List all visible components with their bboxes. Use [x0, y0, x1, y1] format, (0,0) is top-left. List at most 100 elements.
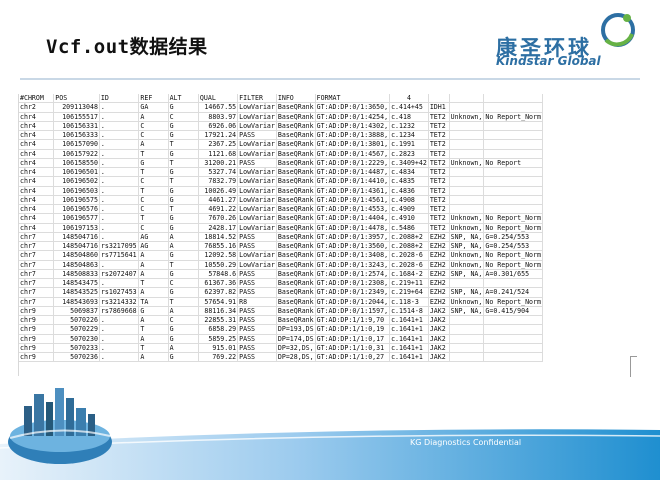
table-cell[interactable]: JAK2 [428, 306, 450, 317]
table-cell[interactable]: T [168, 260, 199, 270]
table-cell[interactable]: GT:AD:DP:0/1:4567, [315, 149, 391, 159]
table-cell[interactable]: . [99, 176, 140, 187]
table-cell[interactable]: rs7715641 [99, 250, 140, 261]
table-cell[interactable]: PASS [237, 315, 277, 326]
table-cell[interactable]: 2428.17 [198, 223, 239, 233]
table-cell[interactable]: c.1991 [389, 139, 429, 150]
table-cell[interactable] [483, 139, 543, 150]
table-cell[interactable]: EZH2 [428, 297, 450, 307]
table-cell[interactable]: chr4 [19, 176, 55, 187]
table-cell[interactable]: T [138, 278, 169, 289]
table-cell[interactable]: GT:AD:DP:0/1:4487, [315, 167, 391, 178]
table-cell[interactable]: PASS [237, 324, 277, 335]
table-cell[interactable]: TET2 [428, 158, 450, 169]
table-header-cell[interactable]: ID [99, 94, 140, 104]
table-cell[interactable]: T [168, 158, 199, 169]
table-cell[interactable]: TET2 [428, 213, 450, 224]
table-cell[interactable]: 106157922 [53, 149, 100, 159]
table-cell[interactable]: chr4 [19, 158, 55, 169]
table-cell[interactable]: BaseQRank [276, 269, 316, 280]
table-cell[interactable]: . [99, 223, 140, 233]
table-cell[interactable]: LowVariar [237, 250, 277, 261]
table-cell[interactable] [449, 130, 485, 141]
table-cell[interactable]: chr4 [19, 149, 55, 159]
table-cell[interactable]: chr9 [19, 352, 55, 363]
table-cell[interactable]: LowVariar [237, 176, 277, 187]
table-cell[interactable]: 2367.25 [198, 139, 239, 150]
table-cell[interactable]: BaseQRank [276, 158, 316, 169]
table-cell[interactable] [449, 139, 485, 150]
table-cell[interactable]: BaseQRank [276, 306, 316, 317]
table-cell[interactable]: GA [138, 102, 169, 113]
table-cell[interactable]: 5070229 [53, 324, 100, 335]
table-cell[interactable]: C [138, 204, 169, 215]
table-cell[interactable]: GT:AD:DP:0/1:3801, [315, 139, 391, 150]
table-cell[interactable]: GT:AD:DP:1/1:0,17 [315, 334, 391, 344]
table-cell[interactable]: . [99, 195, 140, 206]
table-cell[interactable]: A [138, 352, 169, 363]
table-cell[interactable]: 61367.36 [198, 278, 239, 289]
table-cell[interactable]: c.4908 [389, 195, 429, 206]
table-cell[interactable]: G [168, 102, 199, 113]
table-cell[interactable]: 106196502 [53, 176, 100, 187]
table-cell[interactable]: 18814.52 [198, 232, 239, 243]
table-cell[interactable]: No Report [483, 158, 543, 169]
table-cell[interactable]: JAK2 [428, 343, 450, 354]
table-cell[interactable]: No Report_Norm [483, 213, 543, 224]
table-cell[interactable]: 148504716 [53, 232, 100, 243]
table-cell[interactable]: PASS [237, 130, 277, 141]
table-cell[interactable]: R8 [237, 297, 277, 307]
table-cell[interactable]: chr7 [19, 260, 55, 270]
table-cell[interactable]: 31200.21 [198, 158, 239, 169]
table-cell[interactable]: 106197153 [53, 223, 100, 233]
table-cell[interactable]: 6858.29 [198, 324, 239, 335]
table-cell[interactable]: . [99, 167, 140, 178]
table-cell[interactable]: c.219+64 [389, 287, 429, 298]
table-cell[interactable]: 76855.16 [198, 241, 239, 252]
table-cell[interactable]: 106196575 [53, 195, 100, 206]
table-cell[interactable]: C [168, 278, 199, 289]
table-cell[interactable]: GT:AD:DP:0/1:2574, [315, 269, 391, 280]
table-cell[interactable] [449, 278, 485, 289]
table-cell[interactable]: Unknown, [449, 260, 485, 270]
table-cell[interactable]: LowVariar [237, 223, 277, 233]
table-cell[interactable]: A [168, 343, 199, 354]
table-cell[interactable]: G [168, 121, 199, 132]
table-cell[interactable] [483, 315, 543, 326]
table-cell[interactable]: GT:AD:DP:0/1:3408, [315, 250, 391, 261]
table-cell[interactable]: PASS [237, 306, 277, 317]
table-cell[interactable]: BaseQRank [276, 250, 316, 261]
table-cell[interactable]: TA [138, 297, 169, 307]
table-cell[interactable]: 148543693 [53, 297, 100, 307]
table-cell[interactable]: A [138, 139, 169, 150]
table-cell[interactable]: TET2 [428, 112, 450, 122]
table-cell[interactable]: BaseQRank [276, 232, 316, 243]
table-cell[interactable]: chr4 [19, 121, 55, 132]
table-cell[interactable]: C [138, 121, 169, 132]
table-cell[interactable]: DP=32,DS, [276, 343, 316, 354]
table-cell[interactable]: A [138, 315, 169, 326]
table-cell[interactable]: 7670.26 [198, 213, 239, 224]
table-cell[interactable]: 769.22 [198, 352, 239, 363]
table-cell[interactable]: c.4834 [389, 167, 429, 178]
table-cell[interactable]: G [168, 130, 199, 141]
table-cell[interactable]: PASS [237, 352, 277, 363]
table-cell[interactable]: BaseQRank [276, 204, 316, 215]
table-cell[interactable] [449, 121, 485, 132]
table-cell[interactable]: GT:AD:DP:0/1:4361, [315, 186, 391, 196]
table-cell[interactable]: 106157090 [53, 139, 100, 150]
table-cell[interactable]: . [99, 186, 140, 196]
table-cell[interactable]: . [99, 121, 140, 132]
table-cell[interactable]: EZH2 [428, 232, 450, 243]
table-cell[interactable]: LowVariar [237, 149, 277, 159]
table-cell[interactable]: c.1684-2 [389, 269, 429, 280]
table-cell[interactable]: 4461.27 [198, 195, 239, 206]
table-cell[interactable]: c.2088+2 [389, 232, 429, 243]
table-header-cell[interactable] [428, 94, 450, 104]
table-cell[interactable]: c.1641+1 [389, 315, 429, 326]
table-cell[interactable] [449, 195, 485, 206]
table-cell[interactable]: G [168, 269, 199, 280]
table-cell[interactable] [483, 121, 543, 132]
table-cell[interactable]: No Report_Norm [483, 223, 543, 233]
table-header-cell[interactable]: #CHROM [19, 94, 55, 104]
